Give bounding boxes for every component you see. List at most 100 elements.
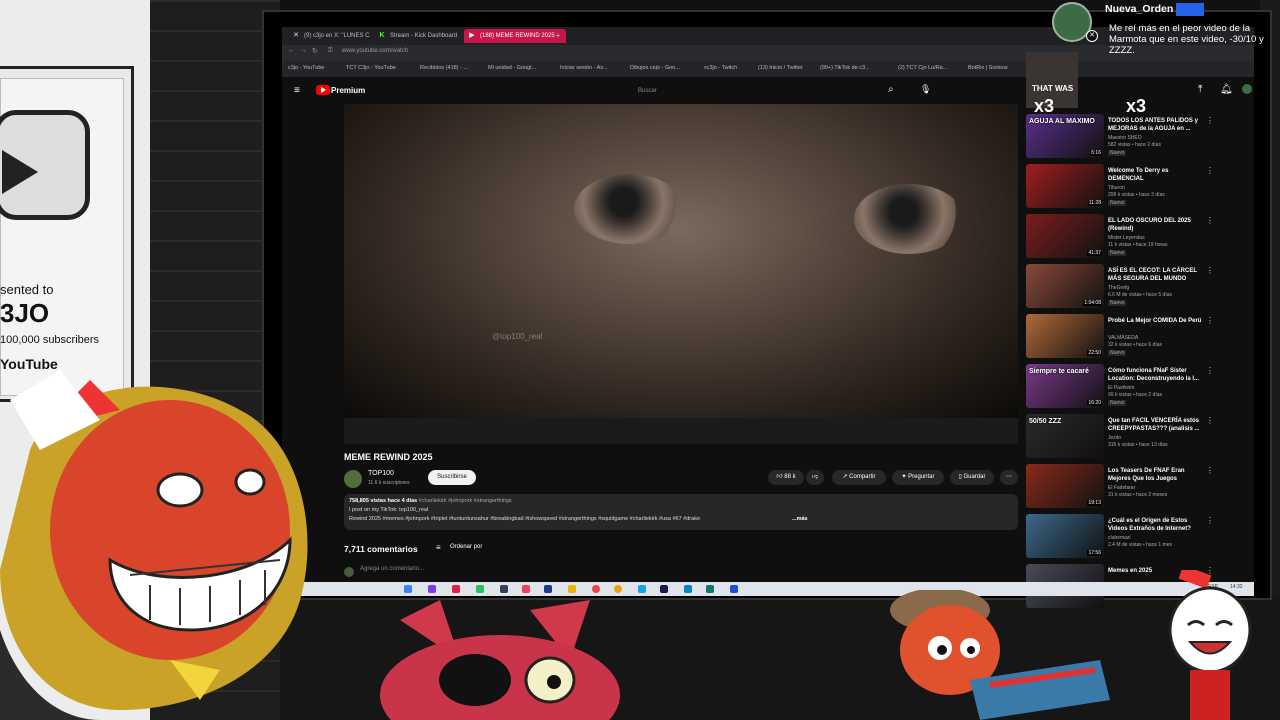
rec-thumbnail-text: 50/50 ZZZ [1029, 418, 1062, 425]
rec-title[interactable]: Los Teasers De FNAF Eran Mejores Que los… [1108, 468, 1202, 483]
kick-icon: K [379, 32, 385, 39]
premiere-icon[interactable] [660, 585, 668, 593]
share-button[interactable]: ↗ Compartir [832, 470, 886, 485]
tab-youtube-active[interactable]: ▶ (188) MEME REWIND 2025 [464, 29, 566, 43]
back-icon[interactable]: ← [288, 47, 295, 54]
rec-thumbnail[interactable]: 19:13 [1026, 464, 1104, 508]
menu-icon[interactable]: ≡ [294, 85, 300, 96]
rec-more-icon[interactable]: ⋮ [1206, 116, 1214, 125]
rec-more-icon[interactable]: ⋮ [1206, 266, 1214, 275]
save-button[interactable]: ▯ Guardar [950, 470, 994, 485]
bookmark-item[interactable]: Recibidos (418) - ... [420, 65, 468, 71]
folder-icon[interactable] [568, 585, 576, 593]
rec-thumbnail[interactable]: 17:56 [1026, 514, 1104, 558]
bookmark-item[interactable]: Mi unidad - Googl... [488, 65, 536, 71]
rec-title[interactable]: TODOS LOS ANTES PALIDOS y MEJORAS de la … [1108, 118, 1202, 133]
photoshop-icon[interactable] [730, 585, 738, 593]
dislike-button[interactable]: 👎︎ [806, 470, 824, 485]
show-more-link[interactable]: ...más [792, 516, 808, 522]
bell-icon[interactable]: 🔔︎ [1220, 84, 1233, 95]
steam-icon[interactable] [544, 585, 552, 593]
rec-title[interactable]: ¿Cuál es el Origen de Estos Videos Extra… [1108, 518, 1202, 533]
microphone-icon[interactable]: 🎙 [920, 84, 931, 95]
rec-title[interactable]: Cómo funciona FNaF Sister Location: Deco… [1108, 368, 1202, 383]
rec-channel[interactable]: VALMASEDA [1108, 335, 1138, 341]
app-icon[interactable] [500, 585, 508, 593]
rec-title[interactable]: Welcome To Derry es DEMENCIAL [1108, 168, 1202, 183]
user-avatar [344, 567, 354, 577]
app-icon[interactable] [452, 585, 460, 593]
description-box[interactable]: 758,805 vistas hace 4 días #charliekirk … [344, 494, 1018, 530]
description-hashtags[interactable]: #charliekirk #johnpork #strangerthings [419, 498, 512, 504]
bookmark-item[interactable]: c3jo - YouTube [288, 65, 325, 71]
bookmark-item[interactable]: (13) Inicio / Twitter [758, 65, 803, 71]
tab-x[interactable]: ✕ (9) c3jo en X: "LUNES C [288, 29, 384, 43]
rec-thumbnail[interactable]: 22:50 [1026, 314, 1104, 358]
rec-more-icon[interactable]: ⋮ [1206, 166, 1214, 175]
opera-icon[interactable] [592, 585, 600, 593]
youtube-icon: ▶ [469, 32, 475, 39]
rec-channel[interactable]: Maestro SHEO [1108, 135, 1142, 141]
new-tab-button[interactable]: + [552, 29, 564, 43]
sort-button[interactable]: Ordenar por [450, 544, 482, 550]
ask-button[interactable]: ✦ Preguntar [892, 470, 944, 485]
app-icon[interactable] [638, 585, 646, 593]
rec-channel[interactable]: El Pasiheim [1108, 385, 1134, 391]
channel-avatar[interactable] [344, 470, 362, 488]
rec-channel[interactable]: Mister Leyendas [1108, 235, 1145, 241]
bookmark-item[interactable]: Iniciar sesión - As... [560, 65, 608, 71]
bookmark-item[interactable]: BotRix | Sorteos [968, 65, 1008, 71]
search-input[interactable]: Buscar [632, 84, 878, 98]
subscribe-button[interactable]: Suscribirse [428, 470, 476, 485]
app-icon[interactable] [522, 585, 530, 593]
chrome-icon[interactable] [614, 585, 622, 593]
more-button[interactable]: ⋯ [1000, 470, 1018, 485]
rec-title[interactable]: Que tan FACIL VENCERÍA estos CREEPYPASTA… [1108, 418, 1202, 433]
rec-more-icon[interactable]: ⋮ [1206, 516, 1214, 525]
like-button[interactable]: 👍︎ 88 k [768, 470, 804, 485]
plaque-subscribers: 100,000 subscribers [0, 334, 100, 346]
rec-channel[interactable]: TheGrefg [1108, 285, 1129, 291]
rec-title[interactable]: Probé La Mejor COMIDA De Perú [1108, 318, 1202, 326]
rec-thumbnail[interactable]: 11:28 [1026, 164, 1104, 208]
app-icon[interactable] [476, 585, 484, 593]
search-icon[interactable]: ⌕ [888, 84, 894, 95]
url-field[interactable]: www.youtube.com/watch [342, 48, 408, 54]
forward-icon[interactable]: → [300, 47, 307, 54]
rec-channel[interactable]: Tiburon [1108, 185, 1125, 191]
rec-title[interactable]: ASÍ ES EL CECOT: LA CÁRCEL MÁS SEGURA DE… [1108, 268, 1202, 283]
rec-more-icon[interactable]: ⋮ [1206, 316, 1214, 325]
app-icon[interactable] [428, 585, 436, 593]
rec-more-icon[interactable]: ⋮ [1206, 366, 1214, 375]
rec-thumbnail[interactable]: 41:37 [1026, 214, 1104, 258]
video-player[interactable]: @top100_real [344, 104, 1018, 418]
rec-thumbnail[interactable]: AGUJA AL MAXIMO 5:16 [1026, 114, 1104, 158]
rec-thumbnail[interactable]: Siempre te cacaré 16:20 [1026, 364, 1104, 408]
rec-thumbnail[interactable]: 50/50 ZZZ [1026, 414, 1104, 458]
rec-more-icon[interactable]: ⋮ [1206, 416, 1214, 425]
tab-kick[interactable]: K Stream - Kick Dashboard [374, 29, 474, 43]
rec-new-badge: Nuevo [1108, 150, 1127, 156]
rec-more-icon[interactable]: ⋮ [1206, 466, 1214, 475]
bookmark-item[interactable]: (99+) TikTok de c3... [820, 65, 870, 71]
bookmark-item[interactable]: TCT C3jo - YouTube [346, 65, 396, 71]
upload-icon[interactable]: ⤒ [1198, 84, 1202, 95]
account-avatar[interactable] [1242, 84, 1252, 94]
rec-thumbnail[interactable]: 1:04:08 [1026, 264, 1104, 308]
app-icon[interactable] [706, 585, 714, 593]
start-icon[interactable] [404, 585, 412, 593]
bookmark-item[interactable]: (2) TCT Cjo Lu/Ra... [898, 65, 947, 71]
sort-icon[interactable]: ≡ [436, 543, 441, 552]
bookmark-item[interactable]: Dibujos cejo - Goo... [630, 65, 680, 71]
reload-icon[interactable]: ↻ [312, 47, 318, 55]
player-controls[interactable] [344, 418, 1018, 444]
bookmark-item[interactable]: xc3jo - Twitch [704, 65, 737, 71]
rec-title[interactable]: EL LADO OSCURO DEL 2025 (Rewind) [1108, 218, 1202, 233]
channel-name[interactable]: TOP100 [368, 470, 394, 477]
rec-more-icon[interactable]: ⋮ [1206, 216, 1214, 225]
edge-icon[interactable] [684, 585, 692, 593]
rec-channel[interactable]: Jezito [1108, 435, 1121, 441]
rec-channel[interactable]: clubemazi [1108, 535, 1131, 541]
add-comment-input[interactable]: Agrega un comentario... [360, 566, 424, 572]
rec-channel[interactable]: El Fadebear [1108, 485, 1135, 491]
